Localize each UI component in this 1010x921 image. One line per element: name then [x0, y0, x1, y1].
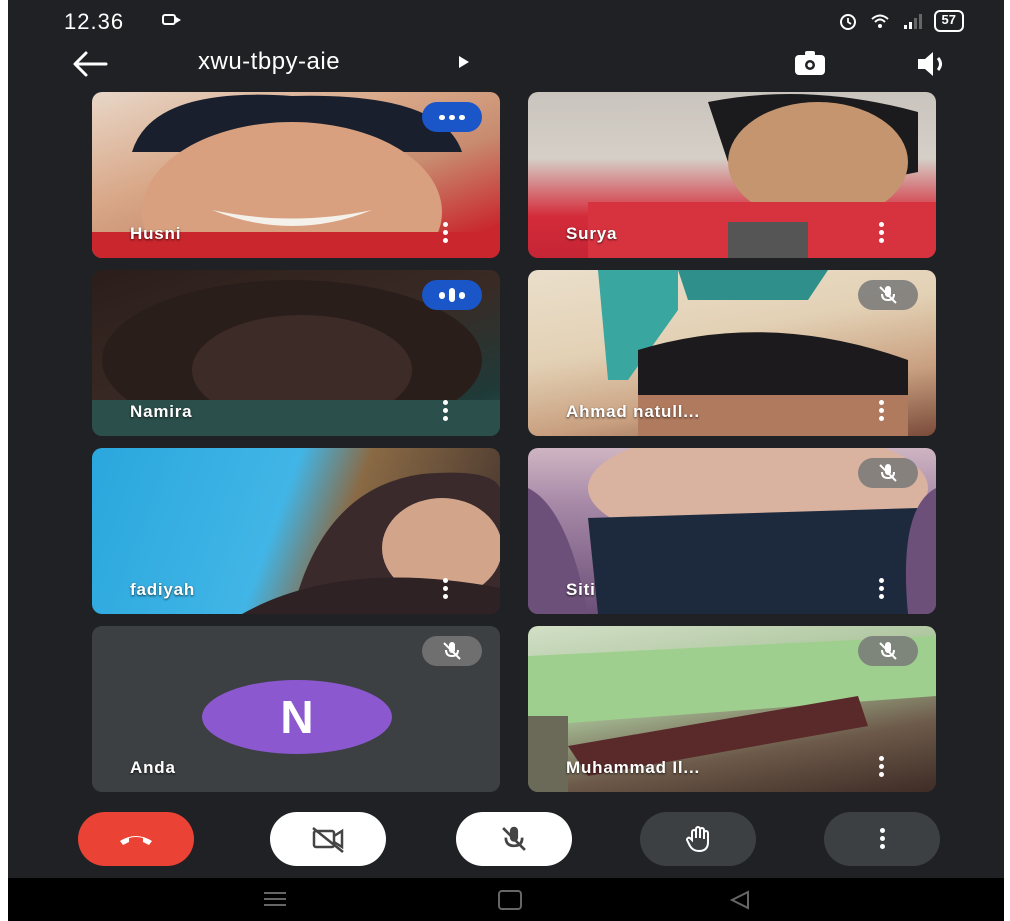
participant-name: fadiyah: [130, 580, 196, 599]
participant-tile-husni[interactable]: Husni: [92, 92, 500, 258]
system-navigation-bar: [8, 878, 1004, 921]
mic-off-icon: [502, 826, 526, 851]
video-camera-icon: [162, 14, 181, 25]
more-vert-icon[interactable]: [878, 578, 884, 600]
muted-indicator: [858, 280, 918, 310]
signal-icon: [903, 14, 922, 29]
more-vert-icon[interactable]: [878, 756, 884, 778]
more-vert-icon[interactable]: [878, 400, 884, 422]
raise-hand-button[interactable]: [640, 812, 756, 866]
participant-name: Husni: [130, 224, 182, 243]
more-options-button[interactable]: [824, 812, 940, 866]
participant-tile-ahmad[interactable]: Ahmad natull...: [528, 270, 936, 436]
participant-tile-self[interactable]: N Anda: [92, 626, 500, 792]
speaking-indicator: [422, 280, 482, 310]
back-arrow-icon[interactable]: [70, 48, 110, 80]
mic-off-icon: [879, 464, 897, 482]
meet-screen: 12.36 57 xwu-tbpy-aie Husni Surya Namira…: [8, 0, 1004, 921]
status-icons: 57: [838, 10, 964, 32]
participant-name: Namira: [130, 402, 193, 421]
more-vert-icon[interactable]: [442, 400, 448, 422]
speaking-indicator: [422, 102, 482, 132]
phone-hangup-icon: [120, 836, 152, 845]
status-bar: 12.36 57: [8, 0, 1004, 40]
participant-tile-siti[interactable]: Siti: [528, 448, 936, 614]
mic-off-icon: [443, 642, 461, 660]
battery-icon: 57: [933, 10, 964, 32]
participant-tile-fadiyah[interactable]: fadiyah: [92, 448, 500, 614]
videocam-off-icon: [312, 827, 344, 853]
participant-name: Siti: [566, 580, 596, 599]
more-vert-icon[interactable]: [878, 222, 884, 244]
status-time: 12.36: [64, 9, 125, 34]
participant-name: Muhammad Il...: [566, 758, 700, 777]
end-call-button[interactable]: [78, 812, 194, 866]
more-vert-icon[interactable]: [442, 578, 448, 600]
more-vert-icon: [879, 828, 885, 850]
alarm-icon: [839, 14, 856, 30]
muted-indicator: [858, 636, 918, 666]
expand-arrow-icon[interactable]: [459, 56, 469, 68]
speaker-icon[interactable]: [914, 48, 948, 80]
mic-off-icon: [879, 286, 897, 304]
back-triangle-icon[interactable]: [728, 890, 750, 910]
meeting-code[interactable]: xwu-tbpy-aie: [198, 48, 340, 76]
participant-tile-surya[interactable]: Surya: [528, 92, 936, 258]
mic-off-button[interactable]: [456, 812, 572, 866]
recents-button[interactable]: [264, 892, 286, 910]
participant-name: Surya: [566, 224, 618, 243]
switch-camera-icon[interactable]: [792, 48, 828, 80]
hand-icon: [686, 826, 709, 853]
participant-tile-muhammad[interactable]: Muhammad Il...: [528, 626, 936, 792]
home-button[interactable]: [498, 890, 522, 910]
participant-tile-namira[interactable]: Namira: [92, 270, 500, 436]
muted-indicator: [422, 636, 482, 666]
wifi-icon: [870, 14, 889, 28]
mic-off-icon: [879, 642, 897, 660]
participant-name: Ahmad natull...: [566, 402, 700, 421]
meeting-header: xwu-tbpy-aie: [8, 42, 1004, 86]
participant-name: Anda: [130, 758, 176, 777]
more-vert-icon[interactable]: [442, 222, 448, 244]
avatar: N: [202, 680, 392, 754]
muted-indicator: [858, 458, 918, 488]
camera-off-button[interactable]: [270, 812, 386, 866]
